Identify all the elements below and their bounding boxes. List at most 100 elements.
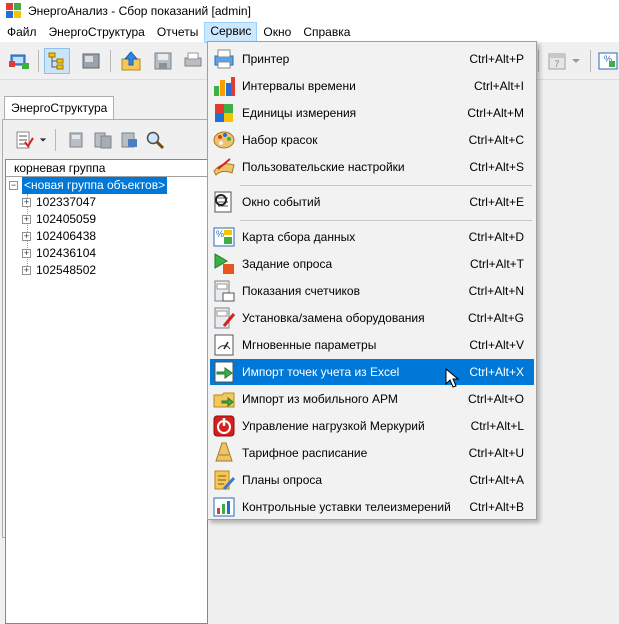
- tree-node[interactable]: + 102337047: [6, 194, 207, 211]
- meter-edit-icon: [121, 132, 137, 148]
- poll-plan-icon: [214, 470, 236, 491]
- device-icon: [82, 53, 100, 69]
- menu-item-telemetry-setpoints[interactable]: Контрольные уставки телеизмерений Ctrl+A…: [210, 494, 534, 520]
- tree-root-node[interactable]: − <новая группа объектов>: [6, 177, 207, 194]
- tree-node-label: 102405059: [36, 212, 97, 226]
- service-menu: Принтер Ctrl+Alt+P Интервалы времени Ctr…: [207, 41, 537, 520]
- menu-window[interactable]: Окно: [257, 23, 297, 42]
- import-excel-icon: [214, 361, 234, 383]
- meters-icon: [94, 132, 112, 149]
- expand-icon[interactable]: +: [22, 232, 31, 241]
- menu-item-event-window[interactable]: Окно событий Ctrl+Alt+E: [210, 189, 534, 215]
- tree-node-label: 102548502: [36, 263, 97, 277]
- upload-folder-icon: [121, 51, 141, 71]
- svg-text:%: %: [216, 229, 224, 239]
- meter-edit-button[interactable]: [116, 127, 142, 153]
- menu-separator: [240, 185, 532, 186]
- search-button[interactable]: [142, 127, 168, 153]
- tree-node[interactable]: + 102405059: [6, 211, 207, 228]
- tree-root-label: <новая группа объектов>: [22, 177, 168, 194]
- tab-energy-structure[interactable]: ЭнергоСтруктура: [4, 96, 115, 119]
- calendar-button[interactable]: 7: [544, 48, 570, 74]
- telemetry-setpoints-icon: [213, 497, 235, 517]
- structure-tree[interactable]: корневая группа − <новая группа объектов…: [5, 159, 208, 624]
- menu-item-printer[interactable]: Принтер Ctrl+Alt+P: [210, 46, 534, 72]
- app-icon: [6, 3, 22, 19]
- menu-separator: [240, 220, 532, 221]
- units-icon: [215, 104, 233, 122]
- menu-item-load-management[interactable]: Управление нагрузкой Меркурий Ctrl+Alt+L: [210, 413, 534, 439]
- calendar-day: 7: [554, 59, 559, 69]
- print-icon: [184, 52, 202, 67]
- tree-node-label: 102337047: [36, 195, 97, 209]
- menu-item-tariff[interactable]: Тарифное расписание Ctrl+Alt+U: [210, 440, 534, 466]
- calendar-dropdown[interactable]: [568, 48, 584, 74]
- save-icon: [154, 52, 172, 70]
- equipment-icon: [214, 307, 236, 329]
- menu-item-units[interactable]: Единицы измерения Ctrl+Alt+M: [210, 100, 534, 126]
- meter-add-button[interactable]: [64, 127, 90, 153]
- menu-item-palette[interactable]: Набор красок Ctrl+Alt+C: [210, 127, 534, 153]
- tree-node[interactable]: + 102406438: [6, 228, 207, 245]
- menu-item-equipment[interactable]: Установка/замена оборудования Ctrl+Alt+G: [210, 305, 534, 331]
- meter-icon: [69, 132, 83, 148]
- calendar-icon: 7: [548, 53, 566, 70]
- menu-item-time-intervals[interactable]: Интервалы времени Ctrl+Alt+I: [210, 73, 534, 99]
- meter-readings-icon: [214, 280, 235, 302]
- menu-item-poll-task[interactable]: Задание опроса Ctrl+Alt+T: [210, 251, 534, 277]
- save-button[interactable]: [150, 48, 176, 74]
- network-icon: [9, 54, 29, 69]
- menu-item-data-map[interactable]: % Карта сбора данных Ctrl+Alt+D: [210, 224, 534, 250]
- filter-button[interactable]: [11, 127, 37, 153]
- menu-item-import-excel[interactable]: Импорт точек учета из Excel Ctrl+Alt+X: [210, 359, 534, 385]
- upload-button[interactable]: [118, 48, 144, 74]
- checklist-icon: [16, 131, 34, 149]
- expand-icon[interactable]: +: [22, 266, 31, 275]
- menu-item-instant-params[interactable]: Мгновенные параметры Ctrl+Alt+V: [210, 332, 534, 358]
- title-bar: ЭнергоАнализ - Сбор показаний [admin]: [0, 0, 619, 22]
- power-icon: [213, 415, 235, 437]
- tree-structure-icon: [48, 52, 64, 70]
- tariff-icon: [215, 442, 233, 462]
- menu-file[interactable]: Файл: [1, 23, 43, 42]
- search-icon: [146, 131, 165, 150]
- tree-header: корневая группа: [6, 160, 207, 177]
- menu-energy-structure[interactable]: ЭнергоСтруктура: [43, 23, 151, 42]
- poll-task-icon: [214, 253, 234, 274]
- tree-node-label: 102406438: [36, 229, 97, 243]
- menu-service[interactable]: Сервис: [204, 21, 258, 43]
- print-button[interactable]: [180, 48, 206, 74]
- collapse-icon[interactable]: −: [9, 181, 18, 190]
- menu-item-mobile-import[interactable]: Импорт из мобильного АРМ Ctrl+Alt+O: [210, 386, 534, 412]
- time-intervals-icon: [214, 77, 235, 96]
- menu-help[interactable]: Справка: [297, 23, 356, 42]
- percent-button[interactable]: %: [595, 48, 619, 74]
- chevron-down-icon[interactable]: [39, 136, 47, 144]
- folder-import-icon: [213, 392, 235, 408]
- percent-grid-icon: %: [598, 52, 618, 70]
- expand-icon[interactable]: +: [22, 198, 31, 207]
- data-map-icon: %: [213, 227, 235, 247]
- tree-node[interactable]: + 102436104: [6, 245, 207, 262]
- menu-bar: Файл ЭнергоСтруктура Отчеты Сервис Окно …: [0, 21, 619, 43]
- menu-item-user-settings[interactable]: Пользовательские настройки Ctrl+Alt+S: [210, 154, 534, 180]
- chevron-down-icon: [572, 59, 580, 63]
- tree-node[interactable]: + 102548502: [6, 262, 207, 279]
- palette-icon: [213, 131, 235, 149]
- meter-list-button[interactable]: [90, 127, 116, 153]
- menu-item-meter-readings[interactable]: Показания счетчиков Ctrl+Alt+N: [210, 278, 534, 304]
- expand-icon[interactable]: +: [22, 249, 31, 258]
- gauge-icon: [214, 334, 234, 356]
- menu-item-poll-plans[interactable]: Планы опроса Ctrl+Alt+A: [210, 467, 534, 493]
- mouse-cursor-icon: [445, 368, 459, 388]
- event-window-icon: [214, 191, 232, 213]
- window-title: ЭнергоАнализ - Сбор показаний [admin]: [28, 4, 251, 18]
- tree-view-button[interactable]: [44, 48, 70, 74]
- connect-button[interactable]: [6, 48, 32, 74]
- user-settings-icon: [213, 158, 235, 176]
- device-button[interactable]: [78, 48, 104, 74]
- expand-icon[interactable]: +: [22, 215, 31, 224]
- menu-reports[interactable]: Отчеты: [151, 23, 204, 42]
- printer-icon: [214, 49, 234, 69]
- tree-node-label: 102436104: [36, 246, 97, 260]
